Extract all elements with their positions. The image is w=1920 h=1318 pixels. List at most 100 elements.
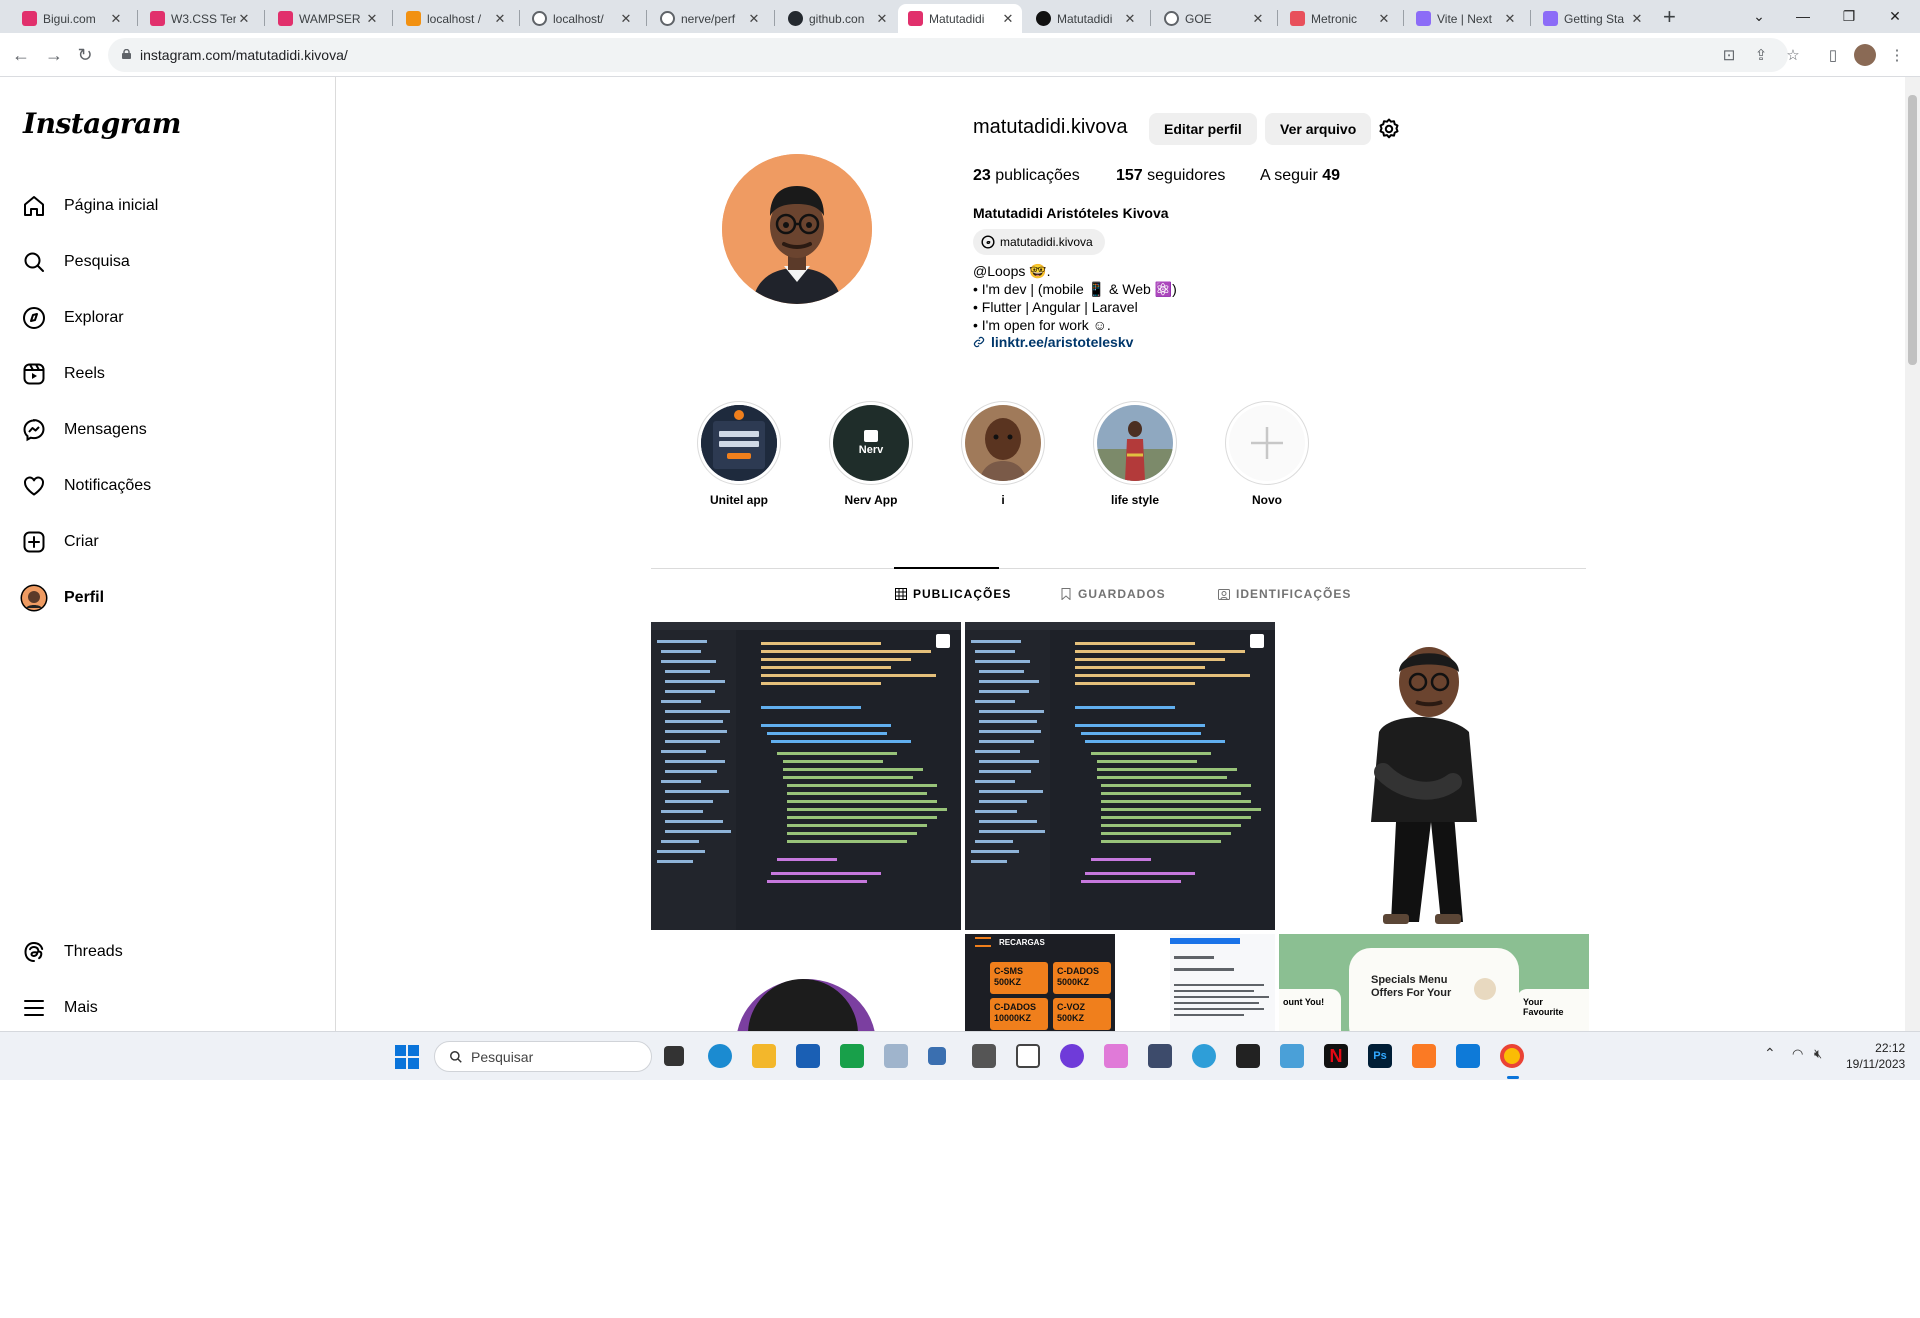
sheets-icon[interactable] [840, 1044, 864, 1068]
globe-app-icon[interactable] [1192, 1044, 1216, 1068]
tab-search-icon[interactable]: ⌄ [1736, 2, 1782, 30]
story-highlight[interactable]: Unitel app [696, 401, 782, 507]
chevron-up-icon[interactable]: ⌃ [1764, 1045, 1776, 1062]
post-thumbnail[interactable]: RECARGAS C-SMS 500KZ C-DADOS 5000KZ C-DA… [965, 934, 1275, 1031]
wifi-icon[interactable]: ◠ [1792, 1046, 1803, 1062]
task-view-icon[interactable] [664, 1046, 684, 1066]
close-icon[interactable]: ✕ [874, 11, 890, 27]
taskbar-clock[interactable]: 22:12 19/11/2023 [1846, 1040, 1905, 1072]
story-highlight[interactable]: Nerv Nerv App [828, 401, 914, 507]
browser-tab[interactable]: localhost/ ✕ [522, 4, 640, 33]
volume-mute-icon[interactable]: 🔇︎ [1814, 1046, 1822, 1062]
scrollbar-thumb[interactable] [1908, 95, 1917, 365]
browser-tab[interactable]: Getting Sta ✕ [1533, 4, 1651, 33]
chrome-icon[interactable] [1500, 1044, 1524, 1068]
sidebar-item-notifications[interactable]: Notificações [20, 462, 320, 510]
edit-profile-button[interactable]: Editar perfil [1149, 113, 1257, 145]
photoshop-icon[interactable]: Ps [1368, 1044, 1392, 1068]
browser-tab[interactable]: W3.CSS Ter ✕ [140, 4, 258, 33]
threads-badge[interactable]: matutadidi.kivova [973, 229, 1105, 255]
story-highlight[interactable]: life style [1092, 401, 1178, 507]
browser-tab[interactable]: Matutadidi ✕ [1026, 4, 1144, 33]
reload-icon[interactable]: ↻ [72, 42, 98, 68]
post-thumbnail[interactable] [651, 622, 961, 930]
close-icon[interactable]: ✕ [108, 11, 124, 27]
browser-tab[interactable]: localhost / ✕ [396, 4, 514, 33]
tab-saved[interactable]: GUARDADOS [1060, 587, 1166, 601]
restore-button[interactable]: ❐ [1826, 2, 1872, 30]
sidebar-item-more[interactable]: Mais [20, 984, 320, 1031]
colorful-app-icon[interactable] [1104, 1044, 1128, 1068]
share-icon[interactable]: ⇪ [1750, 44, 1772, 66]
sidebar-item-messages[interactable]: Mensagens [20, 406, 320, 454]
file-explorer-icon[interactable] [752, 1044, 776, 1068]
browser-tab[interactable]: Vite | Next ✕ [1406, 4, 1524, 33]
sidebar-item-search[interactable]: Pesquisa [20, 238, 320, 286]
bookmark-star-icon[interactable]: ☆ [1782, 44, 1804, 66]
browser-tab[interactable]: nerve/perf ✕ [650, 4, 768, 33]
instagram-logo[interactable]: Instagram [23, 107, 181, 140]
windows-start-icon[interactable] [395, 1045, 419, 1069]
new-highlight-button[interactable]: Novo [1224, 401, 1310, 507]
profile-avatar-icon[interactable] [1854, 44, 1876, 66]
browser-tab[interactable]: github.con ✕ [778, 4, 896, 33]
following-stat[interactable]: A seguir 49 [1260, 167, 1340, 185]
sidebar-item-explore[interactable]: Explorar [20, 294, 320, 342]
back-icon[interactable]: ← [8, 42, 34, 68]
tab-posts[interactable]: PUBLICAÇÕES [895, 587, 1011, 601]
close-icon[interactable]: ✕ [1629, 11, 1645, 27]
camera-icon[interactable] [972, 1044, 996, 1068]
posts-count-stat[interactable]: 23 publicações [973, 167, 1080, 185]
view-archive-button[interactable]: Ver arquivo [1265, 113, 1372, 145]
close-icon[interactable]: ✕ [1122, 11, 1138, 27]
browser-tab[interactable]: GOE ✕ [1154, 4, 1272, 33]
close-icon[interactable]: ✕ [1376, 11, 1392, 27]
browser-tab[interactable]: Bigui.com ✕ [12, 4, 130, 33]
netflix-icon[interactable]: N [1324, 1044, 1348, 1068]
sidebar-item-reels[interactable]: Reels [20, 350, 320, 398]
twitch-icon[interactable] [1016, 1044, 1040, 1068]
sidebar-item-create[interactable]: Criar [20, 518, 320, 566]
followers-stat[interactable]: 157 seguidores [1116, 167, 1225, 185]
sidebar-item-home[interactable]: Página inicial [20, 182, 320, 230]
settings-gear-icon[interactable] [1377, 117, 1401, 141]
post-thumbnail[interactable] [1279, 622, 1589, 930]
purple-app-icon[interactable] [1060, 1044, 1084, 1068]
close-icon[interactable]: ✕ [492, 11, 508, 27]
settings-app-icon[interactable] [1148, 1044, 1172, 1068]
edge-icon[interactable] [708, 1044, 732, 1068]
terminal-icon[interactable] [1236, 1044, 1260, 1068]
post-thumbnail[interactable]: Specials Menu Offers For Your ount You! … [1279, 934, 1589, 1031]
vscode-icon[interactable] [1456, 1044, 1480, 1068]
sidebar-item-profile[interactable]: Perfil [20, 574, 320, 622]
address-bar[interactable]: instagram.com/matutadidi.kivova/ [108, 38, 1788, 72]
close-icon[interactable]: ✕ [1250, 11, 1266, 27]
store-icon[interactable] [796, 1044, 820, 1068]
close-icon[interactable]: ✕ [364, 11, 380, 27]
page-scrollbar[interactable] [1905, 77, 1920, 1031]
photos-icon[interactable] [1280, 1044, 1304, 1068]
minimize-button[interactable]: — [1780, 2, 1826, 30]
browser-tab[interactable]: Metronic ✕ [1280, 4, 1398, 33]
close-icon[interactable]: ✕ [746, 11, 762, 27]
browser-tab-active[interactable]: Matutadidi ✕ [898, 4, 1022, 33]
xampp-icon[interactable] [1412, 1044, 1436, 1068]
window-close-button[interactable]: ✕ [1872, 2, 1918, 30]
profile-avatar[interactable] [722, 154, 872, 304]
new-tab-button[interactable]: + [1663, 4, 1676, 30]
install-app-icon[interactable]: ⊡ [1718, 44, 1740, 66]
close-icon[interactable]: ✕ [1000, 11, 1016, 27]
close-icon[interactable]: ✕ [618, 11, 634, 27]
browser-tab[interactable]: WAMPSER ✕ [268, 4, 386, 33]
menu-dots-icon[interactable]: ⋮ [1886, 44, 1908, 66]
forward-icon[interactable]: → [41, 42, 67, 68]
side-panel-icon[interactable]: ▯ [1822, 44, 1844, 66]
post-thumbnail[interactable] [965, 622, 1275, 930]
chart-app-icon[interactable] [884, 1044, 908, 1068]
sidebar-item-threads[interactable]: Threads [20, 928, 320, 976]
story-highlight[interactable]: i [960, 401, 1046, 507]
close-icon[interactable]: ✕ [236, 11, 252, 27]
close-icon[interactable]: ✕ [1502, 11, 1518, 27]
post-thumbnail[interactable] [651, 934, 961, 1031]
tab-tagged[interactable]: IDENTIFICAÇÕES [1218, 587, 1351, 601]
